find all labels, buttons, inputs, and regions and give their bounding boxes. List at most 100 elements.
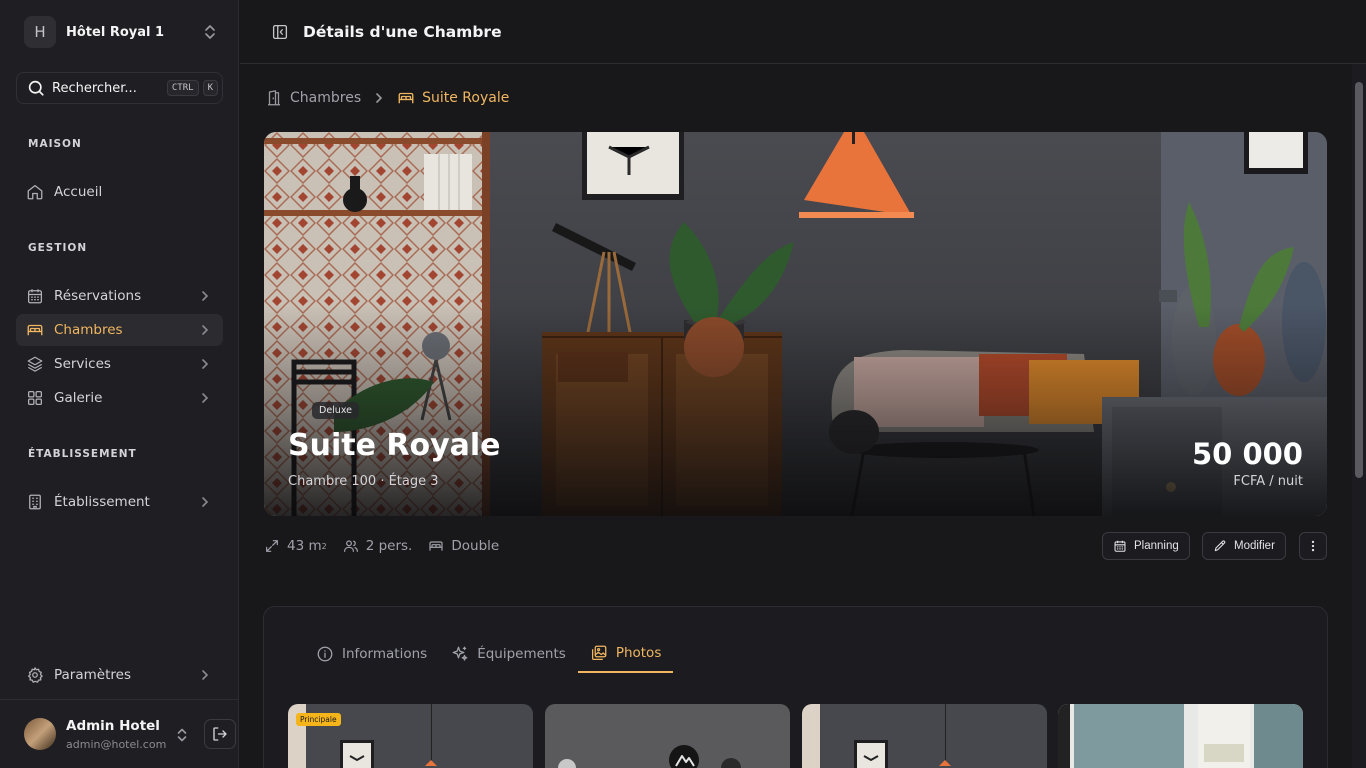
pencil-icon bbox=[1214, 540, 1226, 552]
hotel-switcher[interactable]: H Hôtel Royal 1 bbox=[16, 12, 223, 52]
spec-bed: Double bbox=[428, 538, 499, 554]
sidebar: H Hôtel Royal 1 Rechercher... CTRL K MAI… bbox=[0, 0, 239, 768]
info-icon bbox=[317, 646, 333, 662]
breadcrumb-link-chambres[interactable]: Chambres bbox=[290, 90, 361, 106]
room-type-badge: Deluxe bbox=[312, 402, 359, 419]
sidebar-item-reservations[interactable]: Réservations bbox=[16, 280, 223, 312]
section-label-etablissement: ÉTABLISSEMENT bbox=[28, 448, 137, 460]
avatar bbox=[24, 718, 56, 750]
sidebar-item-parametres[interactable]: Paramètres bbox=[16, 659, 223, 691]
kbd-ctrl: CTRL bbox=[166, 80, 199, 96]
expand-icon bbox=[266, 540, 278, 552]
edit-button[interactable]: Modifier bbox=[1202, 532, 1286, 560]
chevron-right-icon bbox=[202, 497, 209, 507]
section-label-maison: MAISON bbox=[28, 138, 82, 150]
spec-capacity-value: 2 pers. bbox=[365, 538, 413, 554]
room-tabs: Informations Équipements Photos bbox=[304, 635, 674, 675]
section-label-gestion: GESTION bbox=[28, 242, 88, 254]
room-price: 50 000 bbox=[1192, 437, 1303, 471]
main-photo-badge: Principale bbox=[296, 713, 341, 726]
planning-button-label: Planning bbox=[1134, 540, 1179, 552]
photo-thumbnail-2[interactable] bbox=[545, 704, 790, 768]
sidebar-item-label: Réservations bbox=[54, 288, 142, 304]
edit-button-label: Modifier bbox=[1234, 540, 1275, 552]
chevron-right-icon bbox=[202, 670, 209, 680]
chevron-right-icon bbox=[202, 325, 209, 335]
search-label: Rechercher... bbox=[52, 80, 137, 96]
calendar-icon bbox=[27, 289, 43, 304]
bed-icon bbox=[429, 541, 443, 551]
room-specs: 43 m2 2 pers. Double bbox=[264, 535, 515, 557]
tab-photos[interactable]: Photos bbox=[577, 635, 674, 673]
logout-icon bbox=[213, 727, 227, 741]
scrollbar-thumb[interactable] bbox=[1355, 82, 1363, 478]
sidebar-item-accueil[interactable]: Accueil bbox=[16, 176, 223, 208]
hotel-name: Hôtel Royal 1 bbox=[66, 24, 165, 40]
sidebar-item-label: Paramètres bbox=[54, 667, 131, 683]
planning-button[interactable]: Planning bbox=[1102, 532, 1190, 560]
gear-icon bbox=[27, 667, 43, 683]
calendar-icon bbox=[1114, 540, 1126, 552]
photo-thumbnail-3[interactable] bbox=[802, 704, 1047, 768]
more-vertical-icon bbox=[1311, 540, 1315, 552]
breadcrumb-current: Suite Royale bbox=[422, 90, 510, 106]
room-location: Chambre 100 · Étage 3 bbox=[288, 474, 439, 489]
chevron-right-icon bbox=[376, 93, 383, 103]
grid-icon bbox=[27, 390, 43, 406]
tab-label: Informations bbox=[342, 646, 428, 662]
room-photo bbox=[545, 704, 790, 768]
photo-thumbnail-4[interactable] bbox=[1058, 704, 1303, 768]
room-photo bbox=[1058, 704, 1303, 768]
tab-label: Photos bbox=[615, 645, 662, 661]
room-name: Suite Royale bbox=[288, 428, 501, 463]
user-name: Admin Hotel bbox=[66, 718, 160, 734]
sidebar-item-label: Services bbox=[54, 356, 111, 372]
spec-capacity: 2 pers. bbox=[343, 538, 413, 554]
chevron-right-icon bbox=[202, 393, 209, 403]
user-menu[interactable]: Admin Hotel admin@hotel.com bbox=[0, 699, 239, 768]
page-title: Détails d'une Chambre bbox=[303, 22, 502, 41]
sidebar-item-label: Accueil bbox=[54, 184, 103, 200]
page-header: Détails d'une Chambre bbox=[240, 0, 1366, 64]
door-icon bbox=[268, 90, 280, 106]
search-icon bbox=[28, 80, 44, 96]
sidebar-item-label: Chambres bbox=[54, 322, 123, 338]
hotel-avatar: H bbox=[24, 16, 56, 48]
more-options-button[interactable] bbox=[1299, 532, 1327, 560]
tab-equipements[interactable]: Équipements bbox=[439, 635, 578, 673]
sidebar-item-etablissement[interactable]: Établissement bbox=[16, 486, 223, 518]
chevron-right-icon bbox=[202, 291, 209, 301]
sparkles-icon bbox=[452, 646, 468, 661]
bed-icon bbox=[27, 324, 43, 336]
chevrons-up-down-icon bbox=[177, 728, 187, 742]
user-email: admin@hotel.com bbox=[66, 738, 167, 751]
tab-informations[interactable]: Informations bbox=[304, 635, 439, 673]
sidebar-item-label: Galerie bbox=[54, 390, 103, 406]
kbd-k: K bbox=[202, 80, 218, 96]
home-icon bbox=[27, 184, 43, 200]
layers-icon bbox=[27, 356, 43, 372]
sidebar-item-chambres[interactable]: Chambres bbox=[16, 314, 223, 346]
sidebar-item-services[interactable]: Services bbox=[16, 348, 223, 380]
chevron-right-icon bbox=[202, 359, 209, 369]
room-hero-image: Deluxe Suite Royale Chambre 100 · Étage … bbox=[264, 132, 1327, 516]
room-price-unit: FCFA / nuit bbox=[1233, 474, 1303, 489]
images-icon bbox=[591, 645, 607, 661]
logout-button[interactable] bbox=[204, 719, 236, 749]
sidebar-item-label: Établissement bbox=[54, 494, 150, 510]
photo-thumbnail-1[interactable]: Principale bbox=[288, 704, 533, 768]
tab-label: Équipements bbox=[477, 646, 566, 662]
spec-area-sup: 2 bbox=[321, 541, 327, 551]
spec-area: 43 m2 bbox=[264, 538, 327, 554]
panel-toggle-icon[interactable] bbox=[271, 23, 289, 41]
sidebar-item-galerie[interactable]: Galerie bbox=[16, 382, 223, 414]
breadcrumb: Chambres Suite Royale bbox=[265, 88, 509, 108]
scrollbar[interactable] bbox=[1352, 64, 1366, 768]
room-photo bbox=[802, 704, 1047, 768]
users-icon bbox=[343, 540, 358, 552]
search-button[interactable]: Rechercher... CTRL K bbox=[16, 72, 223, 104]
chevrons-up-down-icon bbox=[205, 25, 215, 39]
spec-bed-value: Double bbox=[451, 538, 500, 554]
building-icon bbox=[29, 494, 41, 510]
bed-icon bbox=[398, 92, 414, 104]
